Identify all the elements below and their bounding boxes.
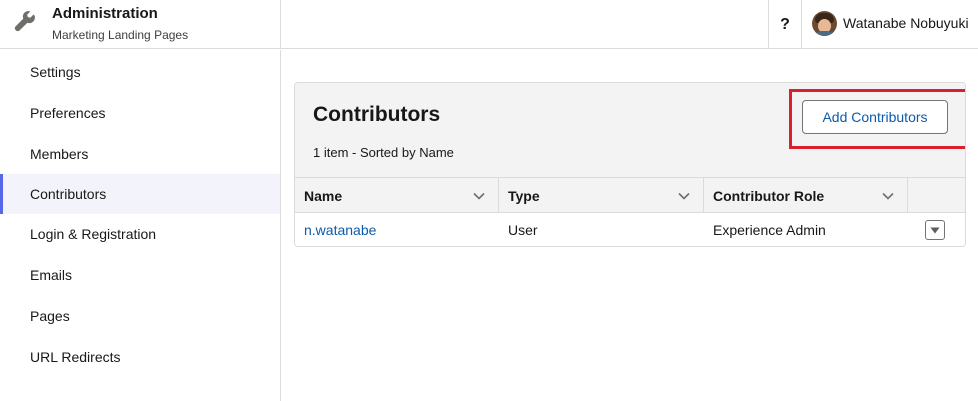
column-header-name[interactable]: Name [295,178,499,213]
sidebar-item-emails[interactable]: Emails [0,255,280,295]
contributor-type: User [508,222,538,238]
chevron-down-icon [882,192,894,200]
sidebar-item-label: Login & Registration [30,226,157,242]
column-header-contributor-role[interactable]: Contributor Role [704,178,908,213]
sidebar-nav: Settings Preferences Members Contributor… [0,50,281,401]
sidebar-item-members[interactable]: Members [0,134,280,174]
avatar [812,10,837,36]
sidebar-item-label: Preferences [30,105,106,121]
page-title: Contributors [313,103,441,126]
table-row: n.watanabe User Experience Admin [295,213,965,246]
column-label: Name [304,187,343,204]
caret-down-icon [930,227,940,233]
sidebar-item-label: Members [30,146,89,162]
sidebar-item-url-redirects[interactable]: URL Redirects [0,337,280,377]
sidebar-item-pages[interactable]: Pages [0,296,280,336]
sidebar-item-preferences[interactable]: Preferences [0,93,280,133]
sidebar-item-label: Contributors [30,186,107,202]
chevron-down-icon [678,192,690,200]
app-title: Administration [52,5,158,22]
column-label: Contributor Role [713,187,825,204]
user-name: Watanabe Nobuyuki [843,15,969,31]
chevron-down-icon [473,192,485,200]
table-header: Name Type Contributor Role [295,177,965,213]
sidebar-item-label: Emails [30,267,73,283]
row-actions-button[interactable] [925,220,945,240]
list-meta: 1 item - Sorted by Name [313,145,454,160]
sidebar-item-label: URL Redirects [30,349,121,365]
wrench-icon [14,11,35,32]
sidebar-item-label: Pages [30,308,70,324]
card-header: Contributors 1 item - Sorted by Name Add… [295,83,965,177]
add-contributors-button[interactable]: Add Contributors [802,100,948,134]
contributor-role: Experience Admin [713,222,826,238]
column-header-type[interactable]: Type [499,178,704,213]
app-brand: Administration Marketing Landing Pages [0,0,281,49]
column-header-actions [908,178,965,213]
user-menu[interactable]: Watanabe Nobuyuki [812,9,969,37]
contributors-card: Contributors 1 item - Sorted by Name Add… [294,82,966,247]
sidebar-item-settings[interactable]: Settings [0,52,280,92]
help-button[interactable]: ? [768,0,802,49]
contributor-name-link[interactable]: n.watanabe [295,213,499,246]
app-subtitle: Marketing Landing Pages [52,28,189,42]
global-header: Administration Marketing Landing Pages ?… [0,0,978,49]
sidebar-item-label: Settings [30,64,81,80]
column-label: Type [508,187,540,204]
sidebar-item-contributors[interactable]: Contributors [0,174,280,214]
sidebar-item-login-registration[interactable]: Login & Registration [0,214,280,254]
